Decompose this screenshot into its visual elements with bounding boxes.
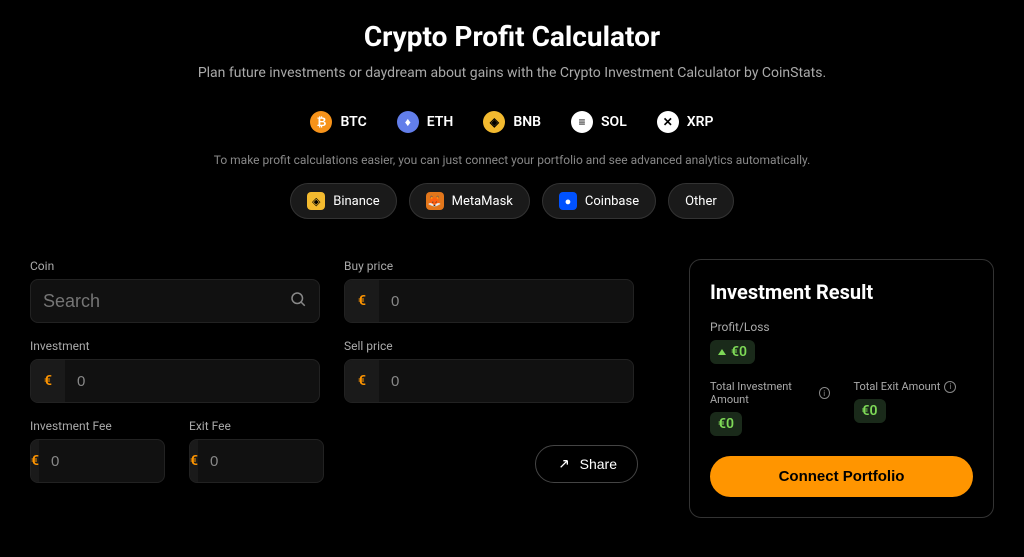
wallet-label: MetaMask: [452, 194, 513, 209]
investment-fee-group: Investment Fee €: [30, 419, 165, 483]
currency-prefix: €: [345, 360, 379, 402]
coin-selector-row: ₿ BTC ♦ ETH ◈ BNB ≡ SOL ✕ XRP: [30, 111, 994, 133]
exit-fee-input[interactable]: [198, 440, 324, 482]
share-icon: [556, 456, 572, 472]
page-title: Crypto Profit Calculator: [30, 20, 994, 53]
total-exit-value: €0: [854, 399, 886, 423]
buy-price-group: Buy price €: [344, 259, 634, 323]
investment-fee-input[interactable]: [39, 440, 165, 482]
page-subtitle: Plan future investments or daydream abou…: [30, 65, 994, 81]
coin-label: ETH: [427, 114, 454, 130]
exit-fee-label: Exit Fee: [189, 419, 324, 433]
total-exit-label: Total Exit Amount: [854, 380, 941, 393]
coin-label: XRP: [687, 114, 714, 130]
share-label: Share: [580, 456, 617, 472]
currency-prefix: €: [190, 440, 198, 482]
total-investment-value: €0: [710, 412, 742, 436]
search-icon[interactable]: [289, 290, 307, 312]
sol-icon: ≡: [571, 111, 593, 133]
coin-item-xrp[interactable]: ✕ XRP: [657, 111, 714, 133]
wallet-connector-row: ◈ Binance 🦊 MetaMask ● Coinbase Other: [30, 183, 994, 219]
profit-loss-value: €0: [710, 340, 755, 364]
wallet-label: Binance: [333, 194, 379, 209]
investment-label: Investment: [30, 339, 320, 353]
coin-item-eth[interactable]: ♦ ETH: [397, 111, 454, 133]
sell-price-group: Sell price €: [344, 339, 634, 403]
connect-hint: To make profit calculations easier, you …: [30, 153, 994, 167]
wallet-chip-binance[interactable]: ◈ Binance: [290, 183, 396, 219]
xrp-icon: ✕: [657, 111, 679, 133]
currency-prefix: €: [31, 360, 65, 402]
coin-label: BTC: [340, 114, 366, 130]
wallet-chip-coinbase[interactable]: ● Coinbase: [542, 183, 656, 219]
sell-price-label: Sell price: [344, 339, 634, 353]
bnb-icon: ◈: [483, 111, 505, 133]
coin-search-input[interactable]: [43, 291, 289, 312]
wallet-label: Coinbase: [585, 194, 639, 209]
currency-prefix: €: [31, 440, 39, 482]
investment-fee-label: Investment Fee: [30, 419, 165, 433]
sell-price-input[interactable]: [379, 360, 633, 402]
wallet-chip-other[interactable]: Other: [668, 183, 734, 219]
total-investment-label: Total Investment Amount: [710, 380, 815, 406]
binance-icon: ◈: [307, 192, 325, 210]
currency-prefix: €: [345, 280, 379, 322]
coin-item-btc[interactable]: ₿ BTC: [310, 111, 366, 133]
buy-price-label: Buy price: [344, 259, 634, 273]
connect-portfolio-button[interactable]: Connect Portfolio: [710, 456, 973, 497]
info-icon[interactable]: i: [944, 381, 956, 393]
profit-loss-label: Profit/Loss: [710, 320, 973, 334]
share-button[interactable]: Share: [535, 445, 638, 483]
up-arrow-icon: [718, 349, 726, 355]
wallet-chip-metamask[interactable]: 🦊 MetaMask: [409, 183, 530, 219]
eth-icon: ♦: [397, 111, 419, 133]
coin-label: Coin: [30, 259, 320, 273]
result-title: Investment Result: [710, 280, 973, 304]
btc-icon: ₿: [310, 111, 332, 133]
wallet-label: Other: [685, 194, 717, 209]
result-panel: Investment Result Profit/Loss €0 Total I…: [689, 259, 994, 518]
coinbase-icon: ●: [559, 192, 577, 210]
investment-group: Investment €: [30, 339, 320, 403]
info-icon[interactable]: i: [819, 387, 830, 399]
exit-fee-group: Exit Fee €: [189, 419, 324, 483]
coin-item-bnb[interactable]: ◈ BNB: [483, 111, 541, 133]
metamask-icon: 🦊: [426, 192, 444, 210]
coin-label: BNB: [513, 114, 541, 130]
coin-search-wrap[interactable]: [30, 279, 320, 323]
coin-item-sol[interactable]: ≡ SOL: [571, 111, 627, 133]
coin-field-group: Coin: [30, 259, 320, 323]
coin-label: SOL: [601, 114, 627, 130]
calculator-form: Coin Buy price € Investment €: [30, 259, 659, 518]
buy-price-input[interactable]: [379, 280, 633, 322]
investment-input[interactable]: [65, 360, 319, 402]
